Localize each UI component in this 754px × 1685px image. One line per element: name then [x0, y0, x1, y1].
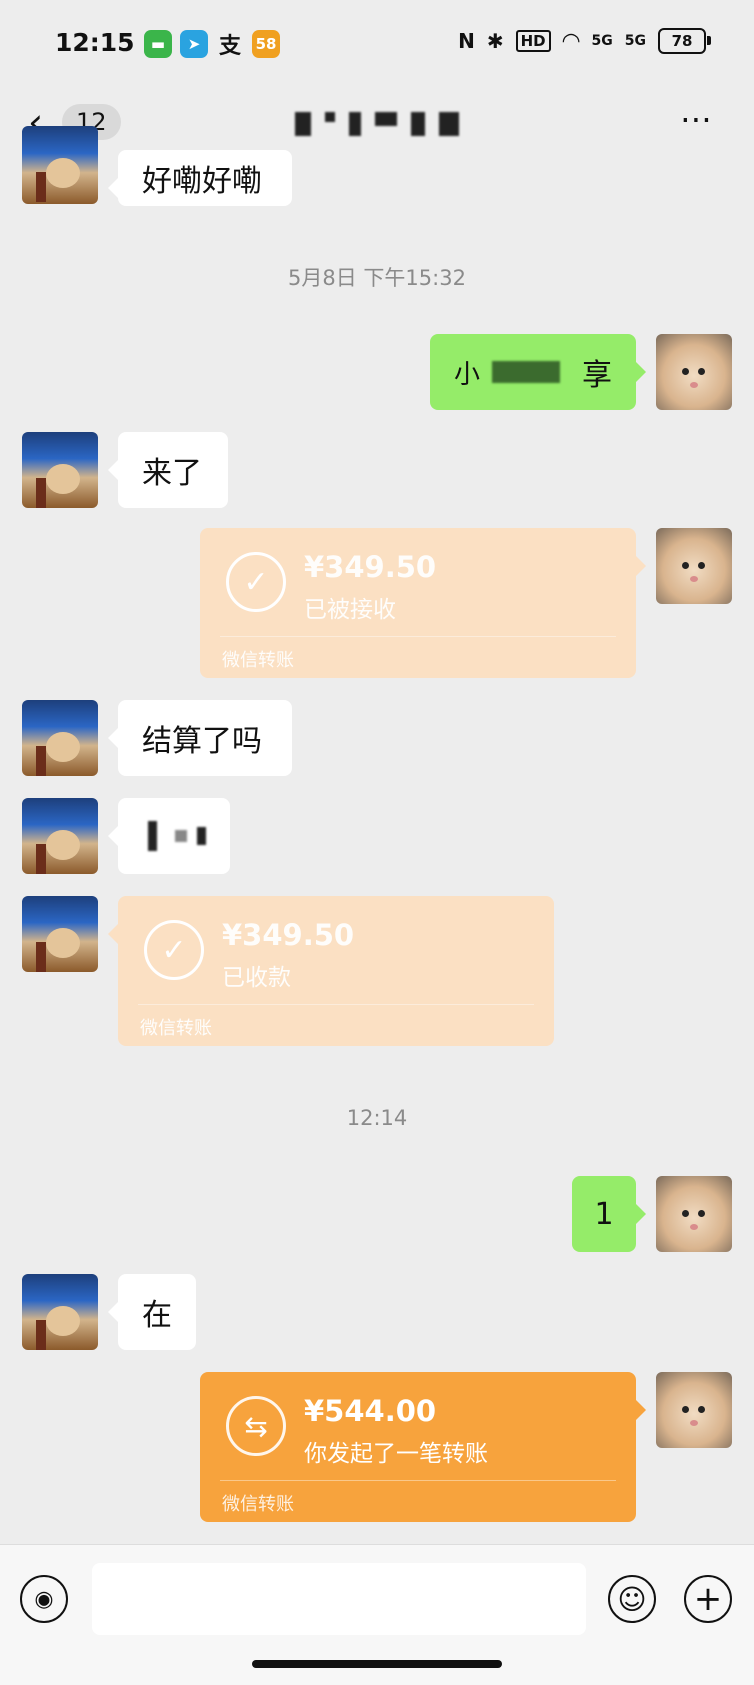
message-input[interactable]: [92, 1563, 586, 1635]
message-bubble-received[interactable]: 来了: [108, 432, 228, 508]
message-text-end: 享: [582, 358, 612, 393]
transfer-status: 你发起了一笔转账: [304, 1441, 488, 1467]
home-indicator[interactable]: [252, 1660, 502, 1668]
telegram-app-icon: ➤: [180, 30, 208, 58]
check-icon: ✓: [144, 920, 204, 980]
message-bubble-received[interactable]: 在: [108, 1274, 196, 1350]
message-text-start: 小: [454, 359, 481, 390]
message-bubble-received[interactable]: 结算了吗: [108, 700, 292, 776]
redacted-block: [492, 361, 560, 383]
nfc-icon: N: [458, 29, 475, 53]
redacted-block: [196, 827, 206, 845]
battery-icon: 78: [658, 28, 711, 54]
my-avatar[interactable]: [656, 334, 732, 410]
chat-header: ‹ 12 ⋯: [0, 90, 754, 162]
my-avatar[interactable]: [656, 1176, 732, 1252]
contact-avatar[interactable]: [22, 1274, 98, 1350]
status-bar: 12:15 ▬ ➤ 支 58 N ✱ HD ◠ 5G 5G 78: [0, 0, 754, 90]
check-icon: ✓: [226, 552, 286, 612]
message-bubble-received[interactable]: 好嘞好嘞: [108, 150, 292, 206]
hd-voice-icon: HD: [515, 30, 551, 52]
status-indicators: N ✱ HD ◠ 5G 5G 78: [458, 28, 711, 54]
chat-title-redacted: [295, 112, 459, 136]
message-bubble-sent[interactable]: 小 享: [430, 334, 646, 410]
transfer-amount: ¥349.50: [304, 550, 437, 584]
voice-input-icon[interactable]: ◉: [20, 1575, 68, 1623]
contact-avatar[interactable]: [22, 700, 98, 776]
message-timestamp: 12:14: [346, 1106, 408, 1130]
more-options-icon[interactable]: ⋯: [680, 100, 714, 138]
alipay-app-icon: 支: [218, 34, 241, 59]
contact-avatar[interactable]: [22, 432, 98, 508]
signal-5g-icon-1: 5G: [591, 33, 613, 49]
transfer-card-accepted[interactable]: ✓ ¥349.50 已被接收 微信转账: [200, 528, 646, 678]
transfer-label: 微信转账: [222, 650, 294, 671]
my-avatar[interactable]: [656, 1372, 732, 1448]
transfer-card-received[interactable]: ✓ ¥349.50 已收款 微信转账: [108, 896, 554, 1046]
redacted-block: [148, 821, 158, 851]
transfer-label: 微信转账: [140, 1018, 212, 1039]
bluetooth-icon: ✱: [486, 29, 504, 53]
58-app-icon: 58: [252, 30, 280, 58]
messages-app-icon: ▬: [144, 30, 172, 58]
transfer-status: 已被接收: [304, 597, 396, 623]
transfer-status: 已收款: [222, 965, 291, 991]
redacted-block: [175, 830, 187, 842]
card-divider: [138, 1004, 534, 1005]
contact-avatar[interactable]: [22, 798, 98, 874]
emoji-icon[interactable]: ☺: [608, 1575, 656, 1623]
transfer-amount: ¥544.00: [304, 1394, 437, 1428]
message-bubble-redacted[interactable]: [108, 798, 230, 874]
transfer-amount: ¥349.50: [222, 918, 355, 952]
transfer-arrows-icon: ⇆: [226, 1396, 286, 1456]
contact-avatar[interactable]: [22, 126, 98, 204]
transfer-label: 微信转账: [222, 1494, 294, 1515]
card-divider: [220, 1480, 616, 1481]
card-divider: [220, 636, 616, 637]
wifi-icon: ◠: [562, 28, 580, 54]
message-timestamp: 5月8日 下午15:32: [288, 266, 466, 290]
more-actions-plus-icon[interactable]: +: [684, 1575, 732, 1623]
status-time: 12:15: [55, 28, 135, 57]
signal-5g-icon-2: 5G: [624, 33, 646, 49]
message-bubble-sent[interactable]: 1: [572, 1176, 646, 1252]
contact-avatar[interactable]: [22, 896, 98, 972]
my-avatar[interactable]: [656, 528, 732, 604]
transfer-card-pending[interactable]: ⇆ ¥544.00 你发起了一笔转账 微信转账: [200, 1372, 646, 1522]
